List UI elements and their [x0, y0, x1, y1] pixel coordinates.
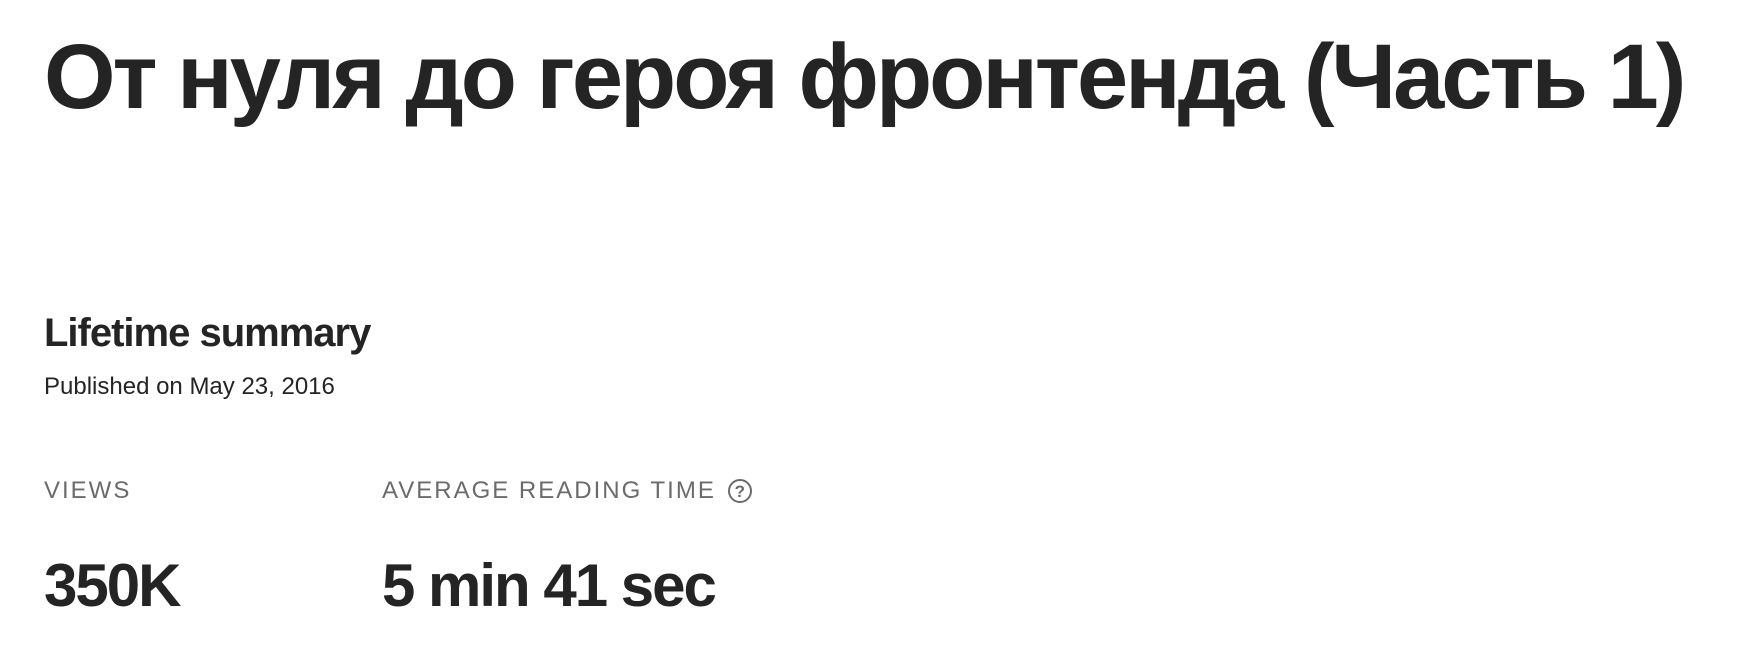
views-stat: VIEWS 350K	[44, 474, 181, 620]
question-circle-icon[interactable]: ?	[727, 479, 752, 503]
average-reading-time-value: 5 min 41 sec	[382, 552, 717, 619]
story-title: От нуля до героя фронтенда (Часть 1)	[44, 26, 1686, 128]
views-value: 350K	[44, 552, 181, 619]
views-label-text: VIEWS	[44, 477, 132, 504]
views-label: VIEWS	[44, 474, 179, 508]
average-reading-time-stat: AVERAGE READING TIME ? 5 min 41 sec	[382, 474, 752, 620]
lifetime-summary-heading: Lifetime summary	[44, 311, 371, 355]
average-reading-time-label-text: AVERAGE READING TIME	[382, 477, 716, 504]
published-date: Published on May 23, 2016	[44, 373, 335, 400]
story-stats-page: От нуля до героя фронтенда (Часть 1) Lif…	[0, 0, 1740, 660]
average-reading-time-label: AVERAGE READING TIME ?	[382, 474, 752, 508]
